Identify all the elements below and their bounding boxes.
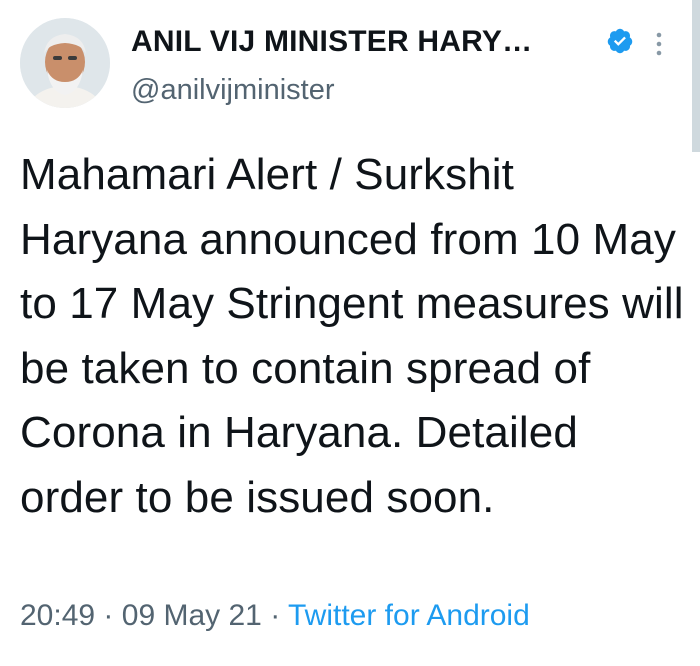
- tweet-text: Mahamari Alert / Surkshit Haryana announ…: [20, 150, 684, 522]
- meta-separator: ·: [270, 599, 281, 632]
- meta-separator: ·: [103, 599, 114, 632]
- tweet-card: ANIL VIJ MINISTER HARY… @anilvijminister…: [0, 0, 700, 666]
- author-handle[interactable]: @anilvijminister: [131, 72, 334, 108]
- tweet-source-link[interactable]: Twitter for Android: [288, 599, 530, 632]
- scrollbar[interactable]: [692, 0, 700, 152]
- avatar-photo-icon: [20, 18, 110, 108]
- avatar[interactable]: [20, 18, 110, 108]
- tweet-date[interactable]: 09 May 21: [122, 599, 262, 632]
- tweet-time[interactable]: 20:49: [20, 599, 95, 632]
- verified-badge-icon: [607, 28, 633, 54]
- tweet-metadata: 20:49 · 09 May 21 · Twitter for Android: [20, 596, 530, 636]
- author-name[interactable]: ANIL VIJ MINISTER HARY…: [131, 24, 532, 60]
- more-options-icon[interactable]: [652, 30, 666, 58]
